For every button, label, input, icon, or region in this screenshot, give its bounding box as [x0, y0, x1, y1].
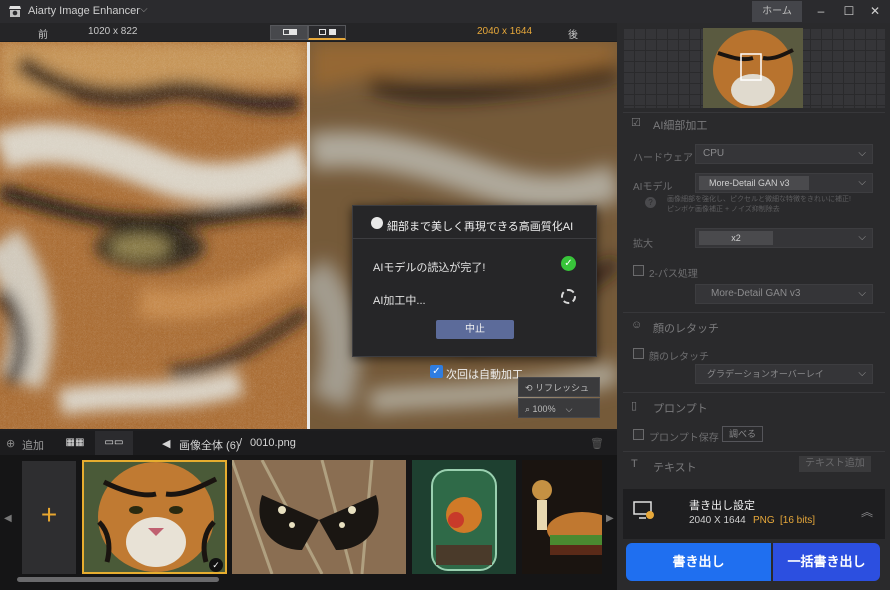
thumbnail-strip: ◀ + ✓ ▶	[0, 455, 617, 590]
scale-label: 拡大	[633, 239, 653, 250]
check-icon: ✓	[561, 256, 576, 271]
prompt-icon: ▯	[631, 400, 638, 412]
add-text-button[interactable]: テキスト追加	[799, 456, 871, 472]
export-bits: [16 bits]	[780, 515, 816, 526]
aperture-icon	[371, 217, 383, 229]
model-select[interactable]: More-Detail GAN v3 ⌵	[695, 173, 873, 193]
back-arrow-icon[interactable]: ◀	[162, 437, 170, 450]
prompt-search-button[interactable]: 調べる	[722, 426, 764, 442]
breadcrumb-all[interactable]: 画像全体 (6)	[179, 437, 240, 453]
face-mode-select[interactable]: グラデーションオーバーレイ ⌵	[695, 364, 873, 384]
model-description-2: ピンボケ画像補正 + ノイズ抑制除去	[667, 206, 780, 213]
edit-icon: ☑	[631, 117, 641, 129]
export-size: 2040 X 1644	[689, 515, 746, 526]
app-title: Aiarty Image Enhancer	[28, 5, 140, 17]
processing-dialog: 細部まで美しく再現できる高画質化AI AIモデルの読込が完了! ✓ AI加工中.…	[352, 205, 597, 357]
app-logo-icon	[9, 6, 21, 17]
prompt-save-label: プロンプト保存	[649, 433, 719, 444]
refresh-icon: ⟲	[525, 383, 536, 393]
refresh-button[interactable]: ⟲ リフレッシュ	[518, 377, 600, 397]
auto-process-label: 次回は自動加工	[446, 369, 523, 381]
processing-status: AI加工中...	[373, 295, 426, 307]
thumbnail-tiger[interactable]: ✓	[82, 460, 227, 574]
after-size: 2040 x 1644	[477, 26, 533, 37]
scale-select[interactable]: x2 ⌵	[695, 228, 873, 248]
home-button[interactable]: ホーム	[752, 1, 802, 22]
checkbox-checked-icon[interactable]: ✓	[430, 365, 443, 378]
add-image-tile[interactable]: +	[22, 461, 76, 574]
face-section-title: 顔のレタッチ	[653, 323, 719, 335]
hardware-select[interactable]: CPU ⌵	[695, 144, 873, 164]
scroll-left-icon[interactable]: ◀	[4, 513, 12, 524]
breadcrumb-separator: /	[239, 437, 243, 449]
title-menu-chevron-icon[interactable]: ⌵	[140, 4, 148, 15]
thumbnail-scrollbar[interactable]	[17, 577, 219, 582]
chevron-down-icon: ⌵	[858, 232, 866, 243]
grid-view-icon[interactable]: ▦▦	[56, 431, 94, 455]
before-preview-image[interactable]	[0, 42, 307, 429]
trash-icon[interactable]: 🗑	[590, 437, 604, 450]
minimize-icon[interactable]: –	[811, 2, 831, 20]
dialog-title: 細部まで美しく再現できる高画質化AI	[387, 221, 574, 233]
export-settings-icon	[633, 501, 654, 519]
two-pass-checkbox[interactable]	[633, 265, 644, 276]
before-label: 前	[38, 30, 48, 41]
model-label: AIモデル	[633, 182, 673, 193]
selected-check-icon: ✓	[209, 558, 223, 572]
face-retouch-label: 顔のレタッチ	[649, 352, 709, 363]
text-icon: T	[631, 458, 638, 470]
zoom-select[interactable]: ⌕ 100% ⌵	[518, 398, 600, 418]
detail-section-title: AI細部加工	[653, 120, 708, 132]
zoom-icon: ⌕	[525, 404, 533, 414]
strip-view-icon[interactable]: ▭▭	[95, 431, 133, 455]
chevron-down-icon: ⌵	[858, 368, 866, 379]
hardware-label: ハードウェア	[633, 153, 693, 164]
split-view-toggle[interactable]	[270, 25, 308, 40]
prompt-section-title: プロンプト	[653, 403, 708, 415]
navigator-minimap[interactable]	[623, 28, 885, 108]
breadcrumb-file: 0010.png	[250, 437, 296, 449]
side-by-side-view-toggle[interactable]	[308, 25, 346, 40]
model-description-1: 画像細部を強化し、ピクセルと微細な特徴をきれいに補正!	[667, 196, 851, 203]
thumbnail-terrarium[interactable]	[412, 460, 516, 574]
stop-button[interactable]: 中止	[436, 320, 514, 339]
chevron-down-icon: ⌵	[858, 288, 866, 299]
after-label: 後	[568, 30, 578, 41]
two-pass-model-select[interactable]: More-Detail GAN v3 ⌵	[695, 284, 873, 304]
title-bar: Aiarty Image Enhancer ⌵ ホーム – ☐ ✕	[0, 0, 890, 23]
add-circle-icon[interactable]: ⊕	[6, 437, 15, 450]
add-label[interactable]: 追加	[22, 437, 44, 453]
export-settings[interactable]: 書き出し設定 2040 X 1644 PNG [16 bits] ︽	[623, 489, 885, 539]
export-settings-title: 書き出し設定	[689, 500, 755, 512]
scroll-right-icon[interactable]: ▶	[606, 513, 614, 524]
export-button[interactable]: 書き出し	[626, 543, 771, 581]
face-retouch-checkbox[interactable]	[633, 348, 644, 359]
two-pass-label: 2-パス処理	[649, 269, 698, 280]
thumbnail-burger[interactable]	[522, 460, 602, 574]
compare-bar: 前 1020 x 822 2040 x 1644 後	[0, 23, 617, 41]
close-icon[interactable]: ✕	[865, 2, 885, 20]
help-icon[interactable]: ?	[645, 197, 656, 208]
chevron-down-icon: ⌵	[858, 148, 866, 159]
collapse-chevron-icon[interactable]: ︽	[861, 503, 873, 520]
settings-panel: ☑ AI細部加工 ハードウェア CPU ⌵ AIモデル More-Detail G…	[617, 23, 890, 590]
chevron-down-icon: ⌵	[858, 177, 866, 188]
maximize-icon[interactable]: ☐	[839, 2, 859, 20]
export-format: PNG	[753, 515, 775, 526]
thumbnail-butterfly[interactable]	[232, 460, 406, 574]
prompt-save-checkbox[interactable]	[633, 429, 644, 440]
gallery-toolbar: ⊕ 追加 ▦▦ ▭▭ ◀ 画像全体 (6) / 0010.png 🗑	[0, 431, 617, 455]
face-icon: ☺	[631, 319, 643, 331]
before-size: 1020 x 822	[88, 26, 138, 37]
model-loaded-status: AIモデルの読込が完了!	[373, 262, 486, 274]
batch-export-button[interactable]: 一括書き出し	[773, 543, 880, 581]
text-section-title: テキスト	[653, 462, 697, 474]
spinner-icon	[561, 289, 576, 304]
